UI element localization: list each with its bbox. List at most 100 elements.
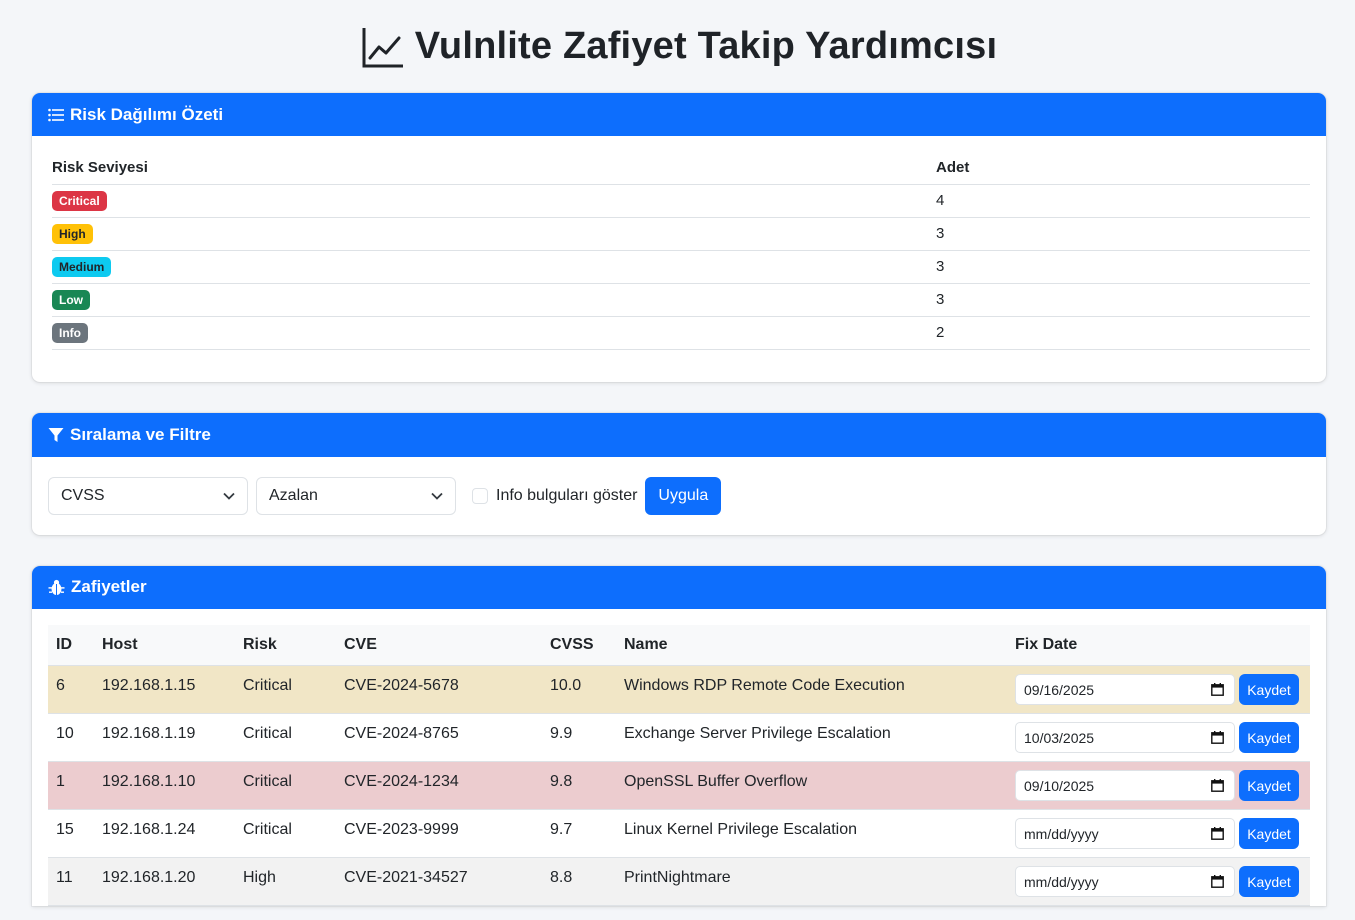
column-header-risk: Risk: [235, 624, 336, 666]
column-header-fix-date: Fix Date: [1007, 624, 1310, 666]
summary-row: High 3: [52, 217, 1310, 251]
calendar-icon: [1211, 875, 1224, 888]
column-header-cve: CVE: [336, 624, 542, 666]
show-info-checkbox[interactable]: [472, 487, 488, 504]
column-header-name: Name: [616, 624, 1007, 666]
risk-summary-card: Risk Dağılımı Özeti Risk Seviyesi Adet C…: [32, 93, 1326, 382]
cve-cell: CVE-2024-8765: [336, 713, 542, 762]
risk-summary-body: Risk Seviyesi Adet Critical 4 High 3 Medium 3…: [32, 136, 1326, 382]
table-header-row: ID Host Risk CVE CVSS Name Fix Date: [48, 624, 1310, 666]
save-button[interactable]: Kaydet: [1239, 770, 1299, 801]
count-cell: 2: [936, 316, 1310, 350]
sort-order-select[interactable]: Azalan: [256, 476, 456, 515]
count-cell: 3: [936, 283, 1310, 317]
risk-badge: Critical: [52, 190, 107, 211]
sort-filter-body: CVSS Azalan Info bulguları göster Uygula: [32, 457, 1326, 535]
cvss-cell: 9.8: [542, 761, 616, 810]
apply-button[interactable]: Uygula: [645, 476, 722, 515]
count-cell: 3: [936, 250, 1310, 284]
risk-cell: Critical: [235, 809, 336, 858]
name-cell: Exchange Server Privilege Escalation: [616, 713, 1007, 762]
column-header-count: Adet: [936, 152, 1310, 185]
cve-cell: CVE-2021-34527: [336, 857, 542, 906]
calendar-icon: [1211, 683, 1224, 696]
fix-date-value: mm/dd/yyyy: [1024, 873, 1099, 890]
name-cell: OpenSSL Buffer Overflow: [616, 761, 1007, 810]
cve-cell: CVE-2023-9999: [336, 809, 542, 858]
sort-field-value: CVSS: [61, 486, 105, 504]
save-button[interactable]: Kaydet: [1239, 722, 1299, 753]
name-cell: PrintNightmare: [616, 857, 1007, 906]
table-row: 6 192.168.1.15 Critical CVE-2024-5678 10.0 Wi…: [48, 665, 1310, 714]
column-header-risk-level: Risk Seviyesi: [52, 152, 936, 185]
fix-date-value: 09/10/2025: [1024, 777, 1095, 794]
save-button[interactable]: Kaydet: [1239, 866, 1299, 897]
calendar-icon: [1211, 731, 1224, 744]
id-cell: 1: [48, 761, 94, 810]
list-icon: [48, 108, 64, 121]
id-cell: 15: [48, 809, 94, 858]
chevron-down-icon: [223, 492, 235, 500]
cvss-cell: 10.0: [542, 665, 616, 714]
summary-row: Info 2: [52, 316, 1310, 350]
summary-row: Medium 3: [52, 250, 1310, 284]
risk-cell: Critical: [235, 713, 336, 762]
fix-date-value: 10/03/2025: [1024, 729, 1095, 746]
fix-date-cell: mm/dd/yyyy Kaydet: [1007, 857, 1310, 906]
host-cell: 192.168.1.10: [94, 761, 235, 810]
risk-summary-table: Risk Seviyesi Adet Critical 4 High 3 Medium 3…: [52, 152, 1310, 350]
risk-cell: Critical: [235, 761, 336, 810]
id-cell: 10: [48, 713, 94, 762]
calendar-icon: [1211, 827, 1224, 840]
fix-date-cell: 09/10/2025 Kaydet: [1007, 761, 1310, 810]
sort-field-select[interactable]: CVSS: [48, 476, 248, 515]
chart-line-icon: [362, 27, 403, 67]
host-cell: 192.168.1.24: [94, 809, 235, 858]
risk-level-cell: Low: [52, 283, 936, 317]
risk-level-cell: Info: [52, 316, 936, 350]
risk-badge: Low: [52, 289, 90, 310]
bug-icon: [48, 579, 65, 595]
risk-summary-title: Risk Dağılımı Özeti: [70, 104, 224, 124]
sort-order-value: Azalan: [269, 486, 318, 504]
table-row: 10 192.168.1.19 Critical CVE-2024-8765 9.9 Ex…: [48, 713, 1310, 762]
cve-cell: CVE-2024-1234: [336, 761, 542, 810]
summary-row: Critical 4: [52, 184, 1310, 218]
fix-date-input[interactable]: 09/16/2025: [1015, 674, 1235, 705]
vulnerabilities-title: Zafiyetler: [71, 577, 147, 596]
fix-date-input[interactable]: mm/dd/yyyy: [1015, 818, 1235, 849]
save-button[interactable]: Kaydet: [1239, 674, 1299, 705]
host-cell: 192.168.1.19: [94, 713, 235, 762]
risk-level-cell: Medium: [52, 250, 936, 284]
risk-level-cell: High: [52, 217, 936, 251]
vulnerabilities-body: ID Host Risk CVE CVSS Name Fix Date 6 192…: [32, 609, 1326, 906]
fix-date-input[interactable]: mm/dd/yyyy: [1015, 866, 1235, 897]
fix-date-input[interactable]: 10/03/2025: [1015, 722, 1235, 753]
fix-date-value: mm/dd/yyyy: [1024, 825, 1099, 842]
column-header-cvss: CVSS: [542, 624, 616, 666]
fix-date-input[interactable]: 09/10/2025: [1015, 770, 1235, 801]
table-header-row: Risk Seviyesi Adet: [52, 152, 1310, 185]
page-title: Vulnlite Zafiyet Takip Yardımcısı: [32, 0, 1326, 93]
risk-badge: Medium: [52, 256, 112, 277]
risk-cell: Critical: [235, 665, 336, 714]
host-cell: 192.168.1.20: [94, 857, 235, 906]
fix-date-cell: 09/16/2025 Kaydet: [1007, 665, 1310, 714]
vulnerabilities-header: Zafiyetler: [32, 565, 1326, 609]
risk-level-cell: Critical: [52, 184, 936, 218]
count-cell: 4: [936, 184, 1310, 218]
id-cell: 11: [48, 857, 94, 906]
risk-badge: High: [52, 223, 93, 244]
cvss-cell: 9.9: [542, 713, 616, 762]
risk-summary-header: Risk Dağılımı Özeti: [32, 93, 1326, 136]
sort-filter-card: Sıralama ve Filtre CVSS Azalan Info bulg…: [32, 412, 1326, 535]
vulnerabilities-table: ID Host Risk CVE CVSS Name Fix Date 6 192…: [48, 624, 1310, 906]
sort-filter-title: Sıralama ve Filtre: [70, 424, 211, 444]
count-cell: 3: [936, 217, 1310, 251]
name-cell: Linux Kernel Privilege Escalation: [616, 809, 1007, 858]
chevron-down-icon: [431, 492, 443, 500]
save-button[interactable]: Kaydet: [1239, 818, 1299, 849]
cvss-cell: 8.8: [542, 857, 616, 906]
id-cell: 6: [48, 665, 94, 714]
show-info-label[interactable]: Info bulguları göster: [496, 487, 637, 505]
